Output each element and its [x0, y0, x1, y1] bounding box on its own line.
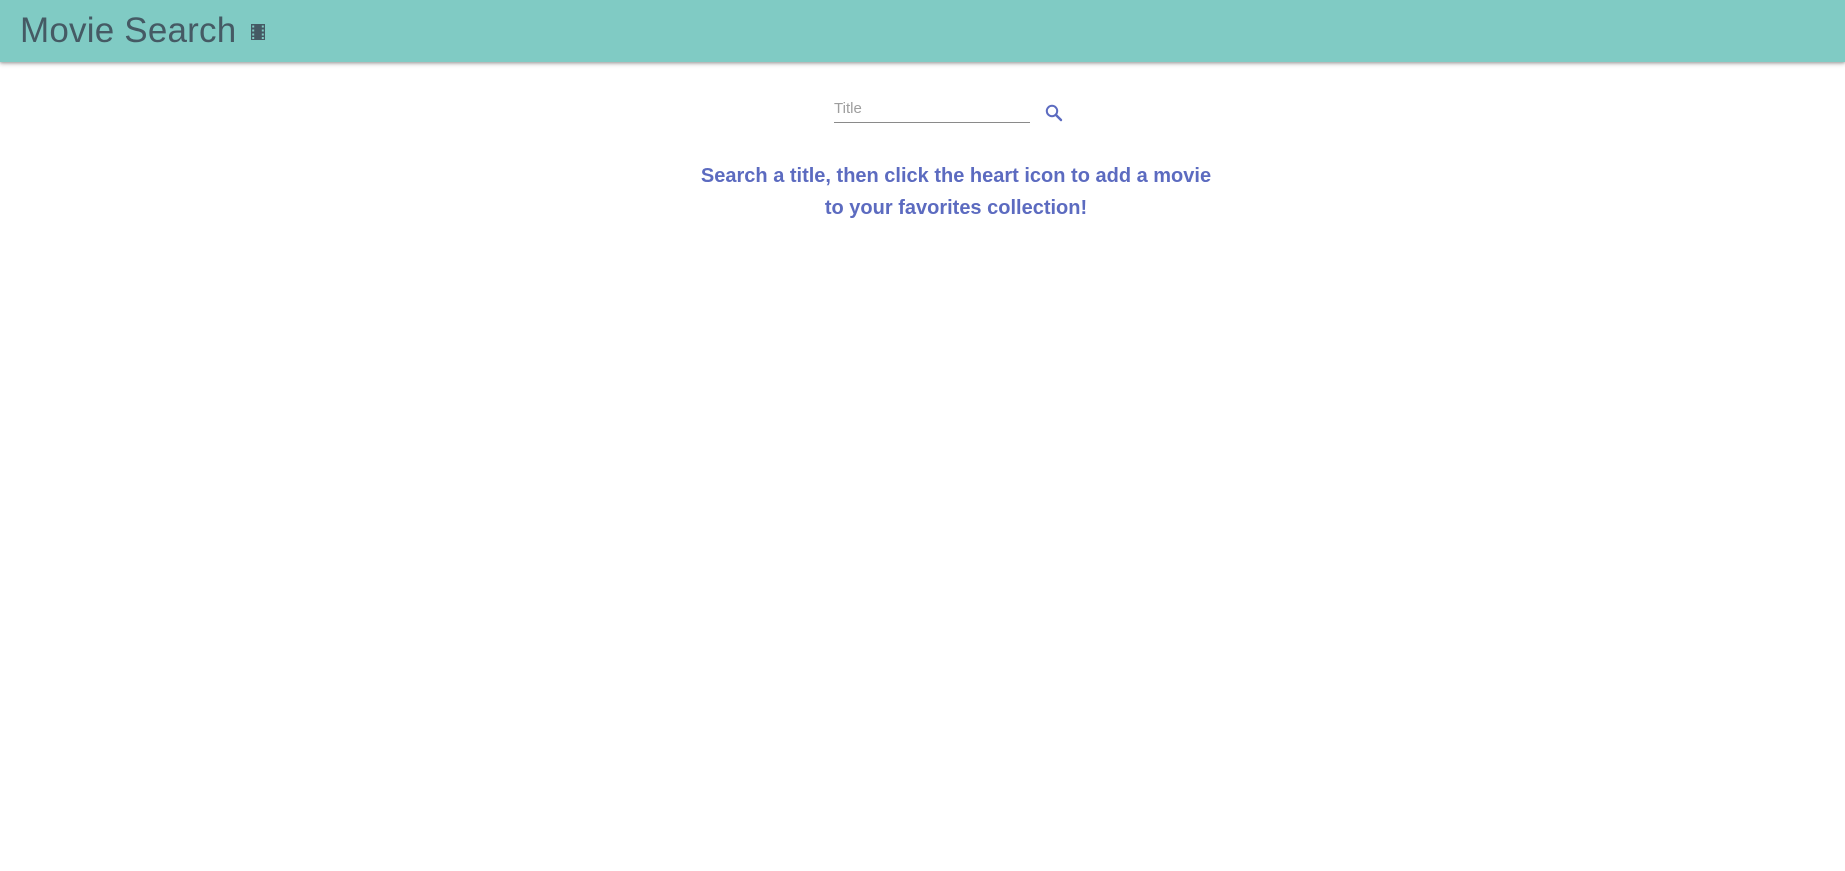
title-search-input[interactable] [834, 95, 1030, 123]
app-title: Movie Search [20, 10, 237, 50]
instructions-line-1: Search a title, then click the heart ico… [700, 165, 1212, 187]
search-icon [1042, 104, 1066, 128]
app-toolbar: Movie Search [0, 0, 1845, 62]
search-button[interactable] [1042, 101, 1066, 125]
instructions-line-2: to your favorites collection! [824, 197, 1088, 219]
instructions-text: Search a title, then click the heart ico… [0, 160, 1845, 224]
search-area [834, 95, 1074, 127]
film-icon [250, 23, 266, 41]
